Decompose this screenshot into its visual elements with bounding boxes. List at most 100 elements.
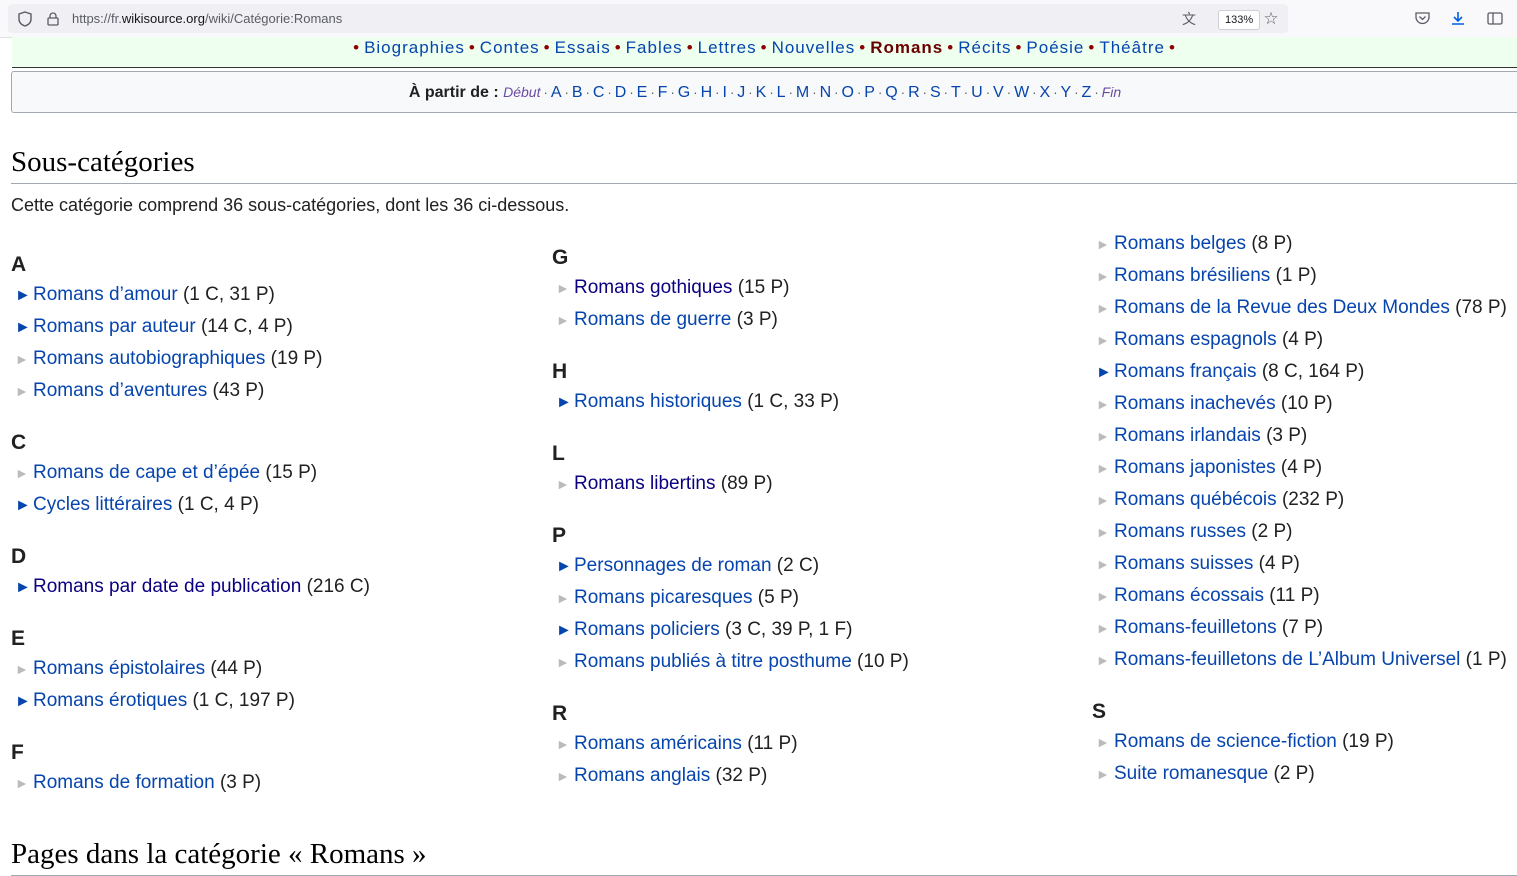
alphabet-link-l[interactable]: L <box>777 84 786 101</box>
subcat-link[interactable]: Romans russes <box>1114 521 1246 542</box>
lock-icon[interactable] <box>44 10 62 28</box>
alphabet-link-t[interactable]: T <box>951 84 961 101</box>
alphabet-link-o[interactable]: O <box>841 84 853 101</box>
shield-icon[interactable] <box>16 10 34 28</box>
url-text[interactable]: https://fr.wikisource.org/wiki/Catégorie… <box>72 11 342 26</box>
subcat-link[interactable]: Romans de science-fiction <box>1114 731 1337 752</box>
alphabet-link-z[interactable]: Z <box>1082 84 1092 101</box>
alphabet-link-e[interactable]: E <box>637 84 648 101</box>
subcat-link[interactable]: Romans français <box>1114 361 1257 382</box>
subcat-link[interactable]: Romans picaresques <box>574 587 752 608</box>
subcat-link[interactable]: Romans de formation <box>33 772 215 793</box>
subcat-link[interactable]: Romans québécois <box>1114 489 1277 510</box>
alphabet-end-link[interactable]: Fin <box>1102 84 1121 100</box>
subcat-link[interactable]: Romans américains <box>574 733 742 754</box>
subcat-link[interactable]: Romans autobiographiques <box>33 348 265 369</box>
group-letter-a: A <box>11 253 27 276</box>
genre-link-biographies[interactable]: Biographies <box>364 38 465 57</box>
subcat-link[interactable]: Romans belges <box>1114 233 1246 254</box>
genre-link-fables[interactable]: Fables <box>626 38 683 57</box>
subcat-link[interactable]: Romans policiers <box>574 619 720 640</box>
pocket-icon[interactable] <box>1413 9 1431 27</box>
subcat-link[interactable]: Romans par auteur <box>33 316 196 337</box>
subcat-count: (232 P) <box>1281 489 1345 510</box>
subcat-link[interactable]: Romans suisses <box>1114 553 1253 574</box>
subcat-link[interactable]: Romans irlandais <box>1114 425 1261 446</box>
alphabet-link-a[interactable]: A <box>551 84 562 101</box>
address-bar[interactable]: https://fr.wikisource.org/wiki/Catégorie… <box>8 4 1288 33</box>
expand-triangle-icon[interactable]: ► <box>1096 361 1114 385</box>
expand-triangle-icon[interactable]: ► <box>556 555 574 579</box>
alphabet-link-v[interactable]: V <box>993 84 1004 101</box>
subcat-link[interactable]: Romans de cape et d’épée <box>33 462 260 483</box>
alphabet-link-q[interactable]: Q <box>885 84 897 101</box>
zoom-indicator[interactable]: 133% <box>1218 10 1261 30</box>
subcat-count: (7 P) <box>1281 617 1324 638</box>
subcat-link[interactable]: Romans épistolaires <box>33 658 205 679</box>
genre-link-contes[interactable]: Contes <box>480 38 540 57</box>
subcat-link[interactable]: Romans-feuilletons <box>1114 617 1277 638</box>
alphabet-link-d[interactable]: D <box>615 84 627 101</box>
subcat-item: ► Romans de cape et d’épée (15 P) <box>11 461 531 493</box>
subcat-link[interactable]: Cycles littéraires <box>33 494 172 515</box>
expand-triangle-icon[interactable]: ► <box>15 690 33 714</box>
expand-triangle-icon[interactable]: ► <box>15 494 33 518</box>
subcat-link[interactable]: Romans inachevés <box>1114 393 1276 414</box>
genre-link-essais[interactable]: Essais <box>555 38 611 57</box>
alphabet-link-n[interactable]: N <box>820 84 832 101</box>
alphabet-link-p[interactable]: P <box>864 84 875 101</box>
alphabet-link-b[interactable]: B <box>572 84 583 101</box>
alphabet-link-i[interactable]: I <box>723 84 727 101</box>
subcat-link[interactable]: Romans anglais <box>574 765 710 786</box>
subcat-link[interactable]: Suite romanesque <box>1114 763 1268 784</box>
download-icon[interactable] <box>1449 9 1467 27</box>
expand-triangle-icon[interactable]: ► <box>15 316 33 340</box>
alphabet-link-u[interactable]: U <box>971 84 983 101</box>
translate-icon[interactable]: 文 <box>1180 10 1198 28</box>
genre-link-récits[interactable]: Récits <box>958 38 1011 57</box>
genre-link-nouvelles[interactable]: Nouvelles <box>772 38 856 57</box>
subcat-item: ► Romans irlandais (3 P) <box>1092 424 1517 456</box>
subcat-link[interactable]: Romans-feuilletons de L’Album Universel <box>1114 649 1460 670</box>
subcat-link[interactable]: Romans érotiques <box>33 690 187 711</box>
subcat-item: ► Romans de guerre (3 P) <box>552 308 1072 340</box>
subcat-link[interactable]: Romans de la Revue des Deux Mondes <box>1114 297 1450 318</box>
alphabet-link-h[interactable]: H <box>701 84 713 101</box>
subcat-link[interactable]: Romans espagnols <box>1114 329 1277 350</box>
alphabet-link-r[interactable]: R <box>908 84 920 101</box>
alphabet-link-j[interactable]: J <box>737 84 745 101</box>
alphabet-link-c[interactable]: C <box>593 84 605 101</box>
genre-link-théâtre[interactable]: Théâtre <box>1099 38 1165 57</box>
subcat-link[interactable]: Romans historiques <box>574 391 742 412</box>
alphabet-link-x[interactable]: X <box>1040 84 1051 101</box>
subcat-link[interactable]: Romans publiés à titre posthume <box>574 651 852 672</box>
genre-link-lettres[interactable]: Lettres <box>698 38 757 57</box>
subcat-link[interactable]: Romans d’aventures <box>33 380 207 401</box>
alphabet-start-link[interactable]: Début <box>503 84 540 100</box>
alphabet-link-m[interactable]: M <box>796 84 809 101</box>
subcat-link[interactable]: Romans libertins <box>574 473 716 494</box>
subcat-link[interactable]: Personnages de roman <box>574 555 772 576</box>
expand-triangle-icon[interactable]: ► <box>15 576 33 600</box>
alphabet-link-y[interactable]: Y <box>1061 84 1072 101</box>
expand-triangle-icon[interactable]: ► <box>15 284 33 308</box>
alphabet-link-k[interactable]: K <box>756 84 767 101</box>
sidebar-icon[interactable] <box>1486 9 1504 27</box>
subcat-link[interactable]: Romans écossais <box>1114 585 1264 606</box>
subcat-link[interactable]: Romans par date de publication <box>33 576 301 597</box>
alphabet-link-f[interactable]: F <box>658 84 668 101</box>
expand-triangle-icon[interactable]: ► <box>556 619 574 643</box>
genre-link-poésie[interactable]: Poésie <box>1026 38 1084 57</box>
subcat-link[interactable]: Romans d’amour <box>33 284 178 305</box>
subcat-link[interactable]: Romans de guerre <box>574 309 731 330</box>
expand-triangle-icon[interactable]: ► <box>556 391 574 415</box>
alphabet-link-s[interactable]: S <box>930 84 941 101</box>
empty-triangle-icon: ► <box>556 312 570 328</box>
subcat-link[interactable]: Romans brésiliens <box>1114 265 1270 286</box>
group-letter-h: H <box>552 360 568 383</box>
subcat-link[interactable]: Romans japonistes <box>1114 457 1276 478</box>
alphabet-link-g[interactable]: G <box>678 84 690 101</box>
subcat-link[interactable]: Romans gothiques <box>574 277 732 298</box>
bookmark-star-icon[interactable]: ☆ <box>1262 9 1280 28</box>
alphabet-link-w[interactable]: W <box>1014 84 1029 101</box>
